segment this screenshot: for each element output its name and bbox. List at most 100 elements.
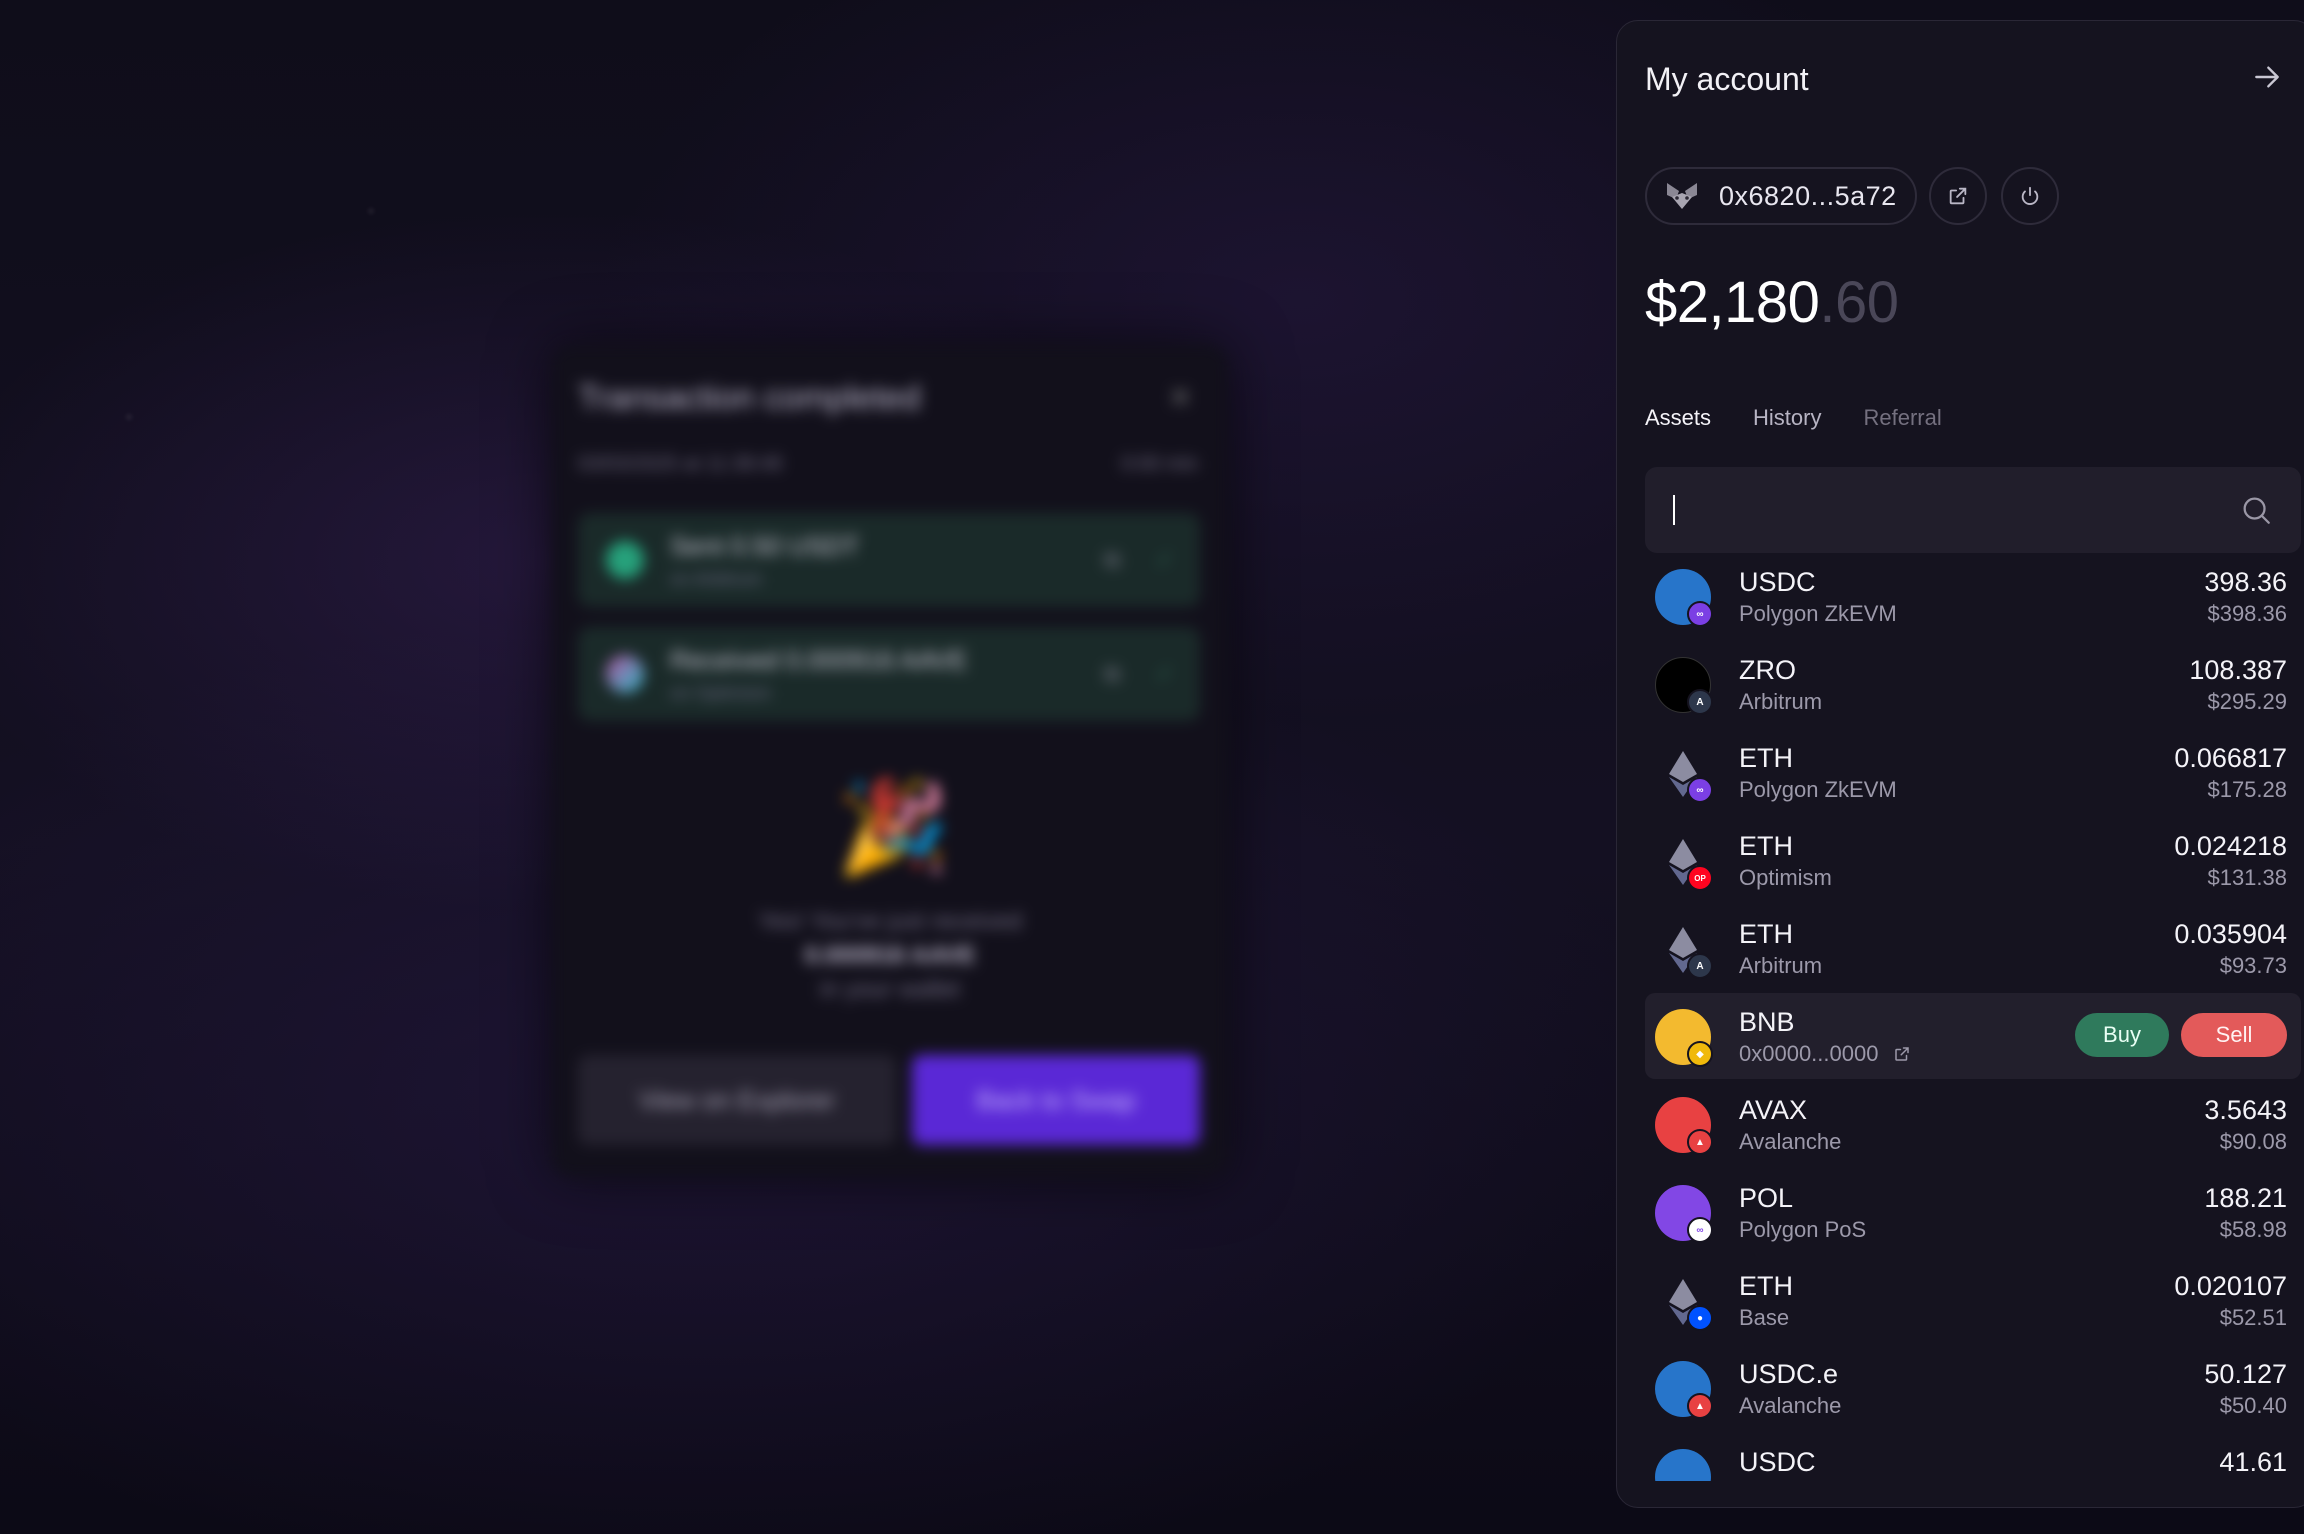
asset-amount: 0.035904 [2174, 919, 2287, 949]
close-icon[interactable]: ✕ [1169, 381, 1192, 414]
sell-button[interactable]: Sell [2181, 1013, 2287, 1057]
asset-amount: 50.127 [2204, 1359, 2287, 1389]
base-icon: ● [1687, 1305, 1713, 1331]
asset-list: ∞ USDC Polygon ZkEVM 398.36 $398.36 A ZR… [1617, 569, 2304, 1481]
arbitrum-icon: A [1687, 689, 1713, 715]
usdc-icon [1655, 1449, 1711, 1481]
message-line: in your wallet [819, 976, 961, 1003]
asset-row[interactable]: ▲ AVAX Avalanche 3.5643 $90.08 [1645, 1081, 2301, 1167]
balance-cents: .60 [1819, 270, 1899, 335]
balance-integer: $2,180 [1645, 270, 1820, 335]
received-card: Received 0.000916 AAVE on Optimism ⧉ ✓ [578, 627, 1200, 721]
polygon-pos-icon: ∞ [1687, 1217, 1713, 1243]
token-address[interactable]: 0x0000...0000 [1739, 1041, 1911, 1067]
asset-row[interactable]: ▲ USDC.e Avalanche 50.127 $50.40 [1645, 1345, 2301, 1431]
background-sparkle [368, 208, 374, 214]
asset-symbol: ETH [1739, 1271, 1793, 1301]
asset-symbol: ZRO [1739, 655, 1796, 685]
asset-symbol: AVAX [1739, 1095, 1808, 1125]
asset-usd-value: $58.98 [2219, 1217, 2287, 1242]
panel-title: My account [1645, 61, 1809, 97]
tab-assets[interactable]: Assets [1645, 405, 1711, 431]
asset-network: Polygon ZkEVM [1739, 777, 1897, 802]
background-sparkle [126, 414, 132, 420]
asset-row[interactable]: ∞ USDC Polygon ZkEVM 398.36 $398.36 [1645, 569, 2301, 639]
view-on-explorer-button[interactable]: View on Explorer [578, 1055, 896, 1145]
asset-symbol: POL [1739, 1183, 1794, 1213]
wallet-address-pill[interactable]: 0x6820...5a72 [1645, 167, 1917, 225]
arrow-right-icon[interactable] [2251, 61, 2283, 93]
asset-usd-value: $52.51 [2219, 1305, 2287, 1330]
copy-icon[interactable]: ⧉ [1104, 661, 1120, 687]
asset-usd-value: $50.40 [2219, 1393, 2287, 1418]
asset-row[interactable]: A ZRO Arbitrum 108.387 $295.29 [1645, 641, 2301, 727]
copy-icon[interactable]: ⧉ [1104, 547, 1120, 573]
asset-amount: 188.21 [2204, 1183, 2287, 1213]
sent-card: Sent 0.50 USDT on Arbitrum ⧉ ✓ [578, 513, 1200, 607]
received-network: on Optimism [670, 683, 772, 703]
asset-amount: 41.61 [2219, 1447, 2287, 1477]
avalanche-icon: ▲ [1687, 1129, 1713, 1155]
asset-amount: 0.024218 [2174, 831, 2287, 861]
back-to-swap-button[interactable]: Back to Swap [912, 1055, 1200, 1145]
polygon-zkevm-icon: ∞ [1687, 777, 1713, 803]
asset-amount: 0.066817 [2174, 743, 2287, 773]
tab-history[interactable]: History [1753, 405, 1821, 431]
asset-symbol: ETH [1739, 743, 1793, 773]
message-amount: 0.000916 AAVE [804, 942, 976, 969]
asset-network: Arbitrum [1739, 953, 1823, 978]
asset-usd-value: $131.38 [2207, 865, 2287, 890]
asset-row[interactable]: OP ETH Optimism 0.024218 $131.38 [1645, 817, 2301, 903]
open-explorer-button[interactable] [1929, 167, 1987, 225]
aave-icon [606, 655, 644, 693]
asset-amount: 0.020107 [2174, 1271, 2287, 1301]
asset-amount: 108.387 [2189, 655, 2287, 685]
polygon-zkevm-icon: ∞ [1687, 601, 1713, 627]
asset-usd-value: $175.28 [2207, 777, 2287, 802]
asset-row[interactable]: ∞ POL Polygon PoS 188.21 $58.98 [1645, 1169, 2301, 1255]
disconnect-button[interactable] [2001, 167, 2059, 225]
asset-network: Polygon PoS [1739, 1217, 1867, 1242]
asset-row[interactable]: ∞ ETH Polygon ZkEVM 0.066817 $175.28 [1645, 729, 2301, 815]
asset-row-hovered[interactable]: ◆ BNB 0x0000...0000 Buy Sell [1645, 993, 2301, 1079]
optimism-icon: OP [1687, 865, 1713, 891]
party-popper-icon: 🎉 [837, 778, 950, 878]
search-icon[interactable] [2239, 493, 2273, 527]
text-caret [1673, 495, 1675, 525]
asset-symbol: ETH [1739, 919, 1793, 949]
metamask-fox-icon [1667, 183, 1697, 209]
asset-usd-value: $398.36 [2207, 601, 2287, 626]
power-icon [2021, 186, 2039, 205]
sent-label: Sent 0.50 USDT [670, 531, 860, 561]
asset-row[interactable]: A ETH Arbitrum 0.035904 $93.73 [1645, 905, 2301, 991]
transaction-modal: Transaction completed ✕ 03/03/2025 at 11… [552, 345, 1228, 1177]
buy-button[interactable]: Buy [2075, 1013, 2169, 1057]
usdt-icon [606, 541, 644, 579]
asset-search-input[interactable] [1645, 467, 2301, 553]
asset-network: Arbitrum [1739, 689, 1823, 714]
external-link-icon [1949, 187, 1967, 205]
asset-symbol: USDC [1739, 569, 1816, 597]
modal-duration: 0:00 min [1121, 453, 1198, 475]
success-message: Yes! You've just received 0.000916 AAVE … [552, 905, 1228, 1007]
arbitrum-icon: A [1687, 953, 1713, 979]
asset-row[interactable]: ● ETH Base 0.020107 $52.51 [1645, 1257, 2301, 1343]
asset-row[interactable]: USDC 41.61 [1645, 1433, 2301, 1481]
sent-network: on Arbitrum [670, 569, 763, 589]
asset-network: Avalanche [1739, 1393, 1842, 1418]
asset-amount: 3.5643 [2204, 1095, 2287, 1125]
total-balance: $2,180.60 [1645, 269, 1899, 336]
external-link-icon [1894, 1047, 1909, 1061]
asset-amount: 398.36 [2204, 569, 2287, 597]
avalanche-icon: ▲ [1687, 1393, 1713, 1419]
check-icon: ✓ [1155, 547, 1174, 572]
asset-symbol: USDC.e [1739, 1359, 1839, 1389]
tab-referral[interactable]: Referral [1863, 405, 1941, 431]
bnb-chain-icon: ◆ [1687, 1041, 1713, 1067]
wallet-address: 0x6820...5a72 [1719, 180, 1897, 211]
asset-usd-value: $295.29 [2207, 689, 2287, 714]
asset-usd-value: $93.73 [2219, 953, 2287, 978]
asset-usd-value: $90.08 [2219, 1129, 2287, 1154]
token-address-text: 0x0000...0000 [1739, 1041, 1879, 1066]
asset-network: Base [1739, 1305, 1790, 1330]
